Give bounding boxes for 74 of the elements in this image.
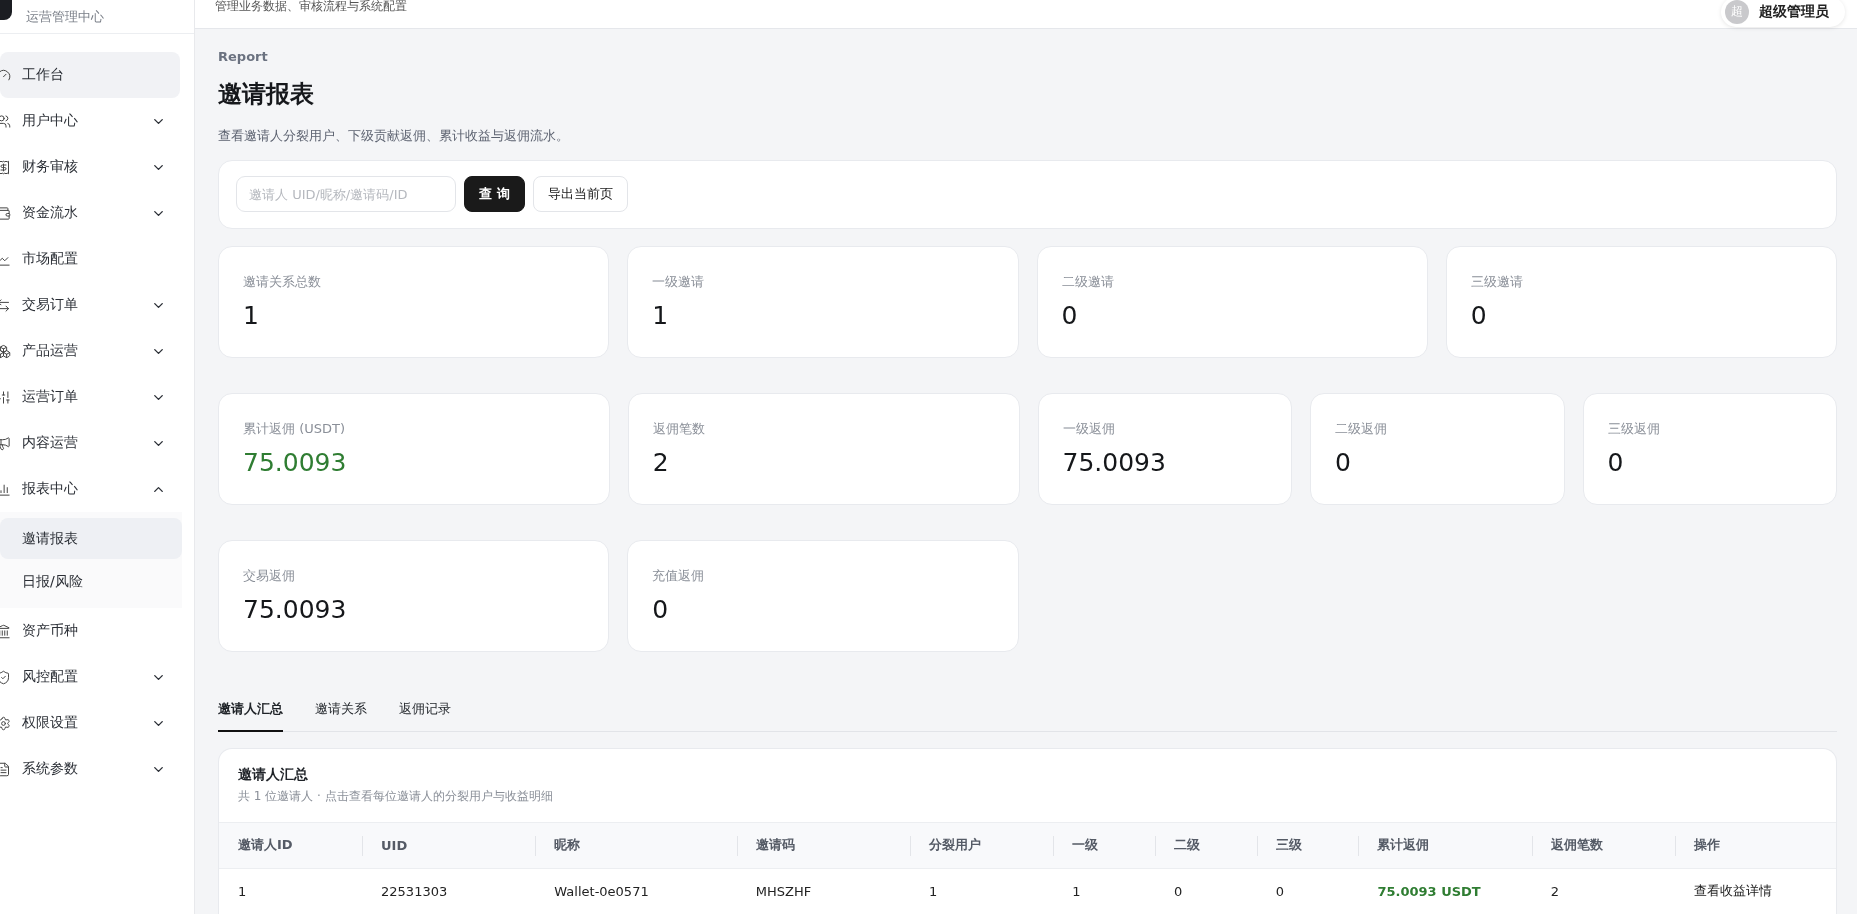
table-cell: MHSZHF — [736, 868, 911, 914]
table-cell: 0 — [1256, 868, 1359, 914]
stat-label: 邀请关系总数 — [243, 272, 322, 291]
logo-icon — [0, 0, 12, 20]
column-header: 一级 — [1053, 822, 1155, 868]
nav-subitem[interactable]: 日报/风险 — [0, 561, 182, 602]
page-eyebrow: Report — [218, 48, 269, 64]
gauge-icon — [0, 67, 12, 83]
stat-value: 0 — [1470, 300, 1488, 330]
table-cell: 1 — [1053, 868, 1155, 914]
details-link[interactable]: 查看收益详情 — [1693, 883, 1772, 899]
arrows-icon — [0, 297, 12, 313]
bank-icon — [0, 623, 12, 639]
table-cell: 1 — [910, 868, 1054, 914]
stat-value: 0 — [1607, 447, 1625, 477]
stat-value: 2 — [652, 447, 670, 477]
stat-value: 0 — [1061, 300, 1079, 330]
header-subtitle: 管理业务数据、审核流程与系统配置 — [215, 0, 407, 16]
boxes-icon — [0, 343, 12, 359]
app-subtitle: 运营管理中心 — [26, 7, 104, 26]
stat-label: 一级邀请 — [652, 272, 706, 291]
stat-label: 二级返佣 — [1335, 419, 1389, 438]
megaphone-icon — [0, 435, 12, 451]
shield-icon — [0, 669, 12, 685]
column-header: 昵称 — [535, 822, 737, 868]
page-title: 邀请报表 — [218, 78, 315, 110]
tab[interactable]: 返佣记录 — [399, 691, 451, 732]
wallet-icon — [0, 205, 12, 221]
table-title: 邀请人汇总 — [238, 765, 309, 784]
sliders-icon — [0, 389, 12, 405]
stat-value: 75.0093 — [243, 447, 348, 477]
export-button[interactable]: 导出当前页 — [532, 176, 628, 212]
column-header: 返佣笔数 — [1531, 822, 1675, 868]
stat-label: 累计返佣 (USDT) — [243, 419, 346, 438]
column-header: 分裂用户 — [910, 822, 1054, 868]
query-button[interactable]: 查 询 — [464, 176, 525, 212]
stat-label: 三级返佣 — [1607, 419, 1661, 438]
column-header: 邀请码 — [736, 822, 911, 868]
users-icon — [0, 113, 12, 129]
table-cell: Wallet-0e0571 — [535, 868, 737, 914]
stat-label: 充值返佣 — [652, 566, 706, 585]
column-header: 邀请人ID — [219, 822, 363, 868]
receipt-icon — [0, 159, 12, 175]
stat-value: 0 — [1335, 447, 1352, 477]
stat-value: 75.0093 — [243, 594, 348, 624]
column-header: 二级 — [1154, 822, 1257, 868]
column-header: 操作 — [1674, 822, 1836, 868]
table-cell: 1 — [219, 868, 363, 914]
stat-label: 交易返佣 — [243, 566, 296, 585]
stat-label: 三级邀请 — [1470, 272, 1524, 291]
document-icon — [0, 761, 12, 777]
table-cell: 0 — [1154, 868, 1257, 914]
search-field[interactable]: 邀请人 UID/昵称/邀请码/ID — [236, 176, 456, 212]
table-cell: 75.0093 USDT — [1377, 883, 1481, 899]
tab[interactable]: 邀请关系 — [315, 691, 367, 732]
user-name: 超级管理员 — [1759, 2, 1829, 21]
stat-label: 一级返佣 — [1062, 419, 1116, 438]
column-header: 三级 — [1256, 822, 1359, 868]
stat-value: 1 — [243, 300, 260, 330]
table-subtitle: 共 1 位邀请人 · 点击查看每位邀请人的分裂用户与收益明细 — [238, 787, 554, 805]
stat-value: 1 — [652, 300, 670, 330]
table-cell: 2 — [1531, 868, 1675, 914]
column-header: UID — [362, 822, 536, 868]
stat-value: 75.0093 — [1062, 447, 1167, 477]
tab[interactable]: 邀请人汇总 — [218, 691, 283, 732]
nav-subitem[interactable]: 邀请报表 — [0, 518, 182, 559]
stat-label: 二级邀请 — [1061, 272, 1115, 291]
table-cell: 22531303 — [362, 868, 536, 914]
stat-value: 0 — [652, 594, 670, 624]
column-header: 累计返佣 — [1358, 822, 1532, 868]
settings-icon — [0, 715, 12, 731]
nav-item[interactable]: 工作台 — [0, 52, 180, 98]
page-description: 查看邀请人分裂用户、下级贡献返佣、累计收益与返佣流水。 — [218, 126, 570, 145]
stat-label: 返佣笔数 — [652, 419, 706, 438]
